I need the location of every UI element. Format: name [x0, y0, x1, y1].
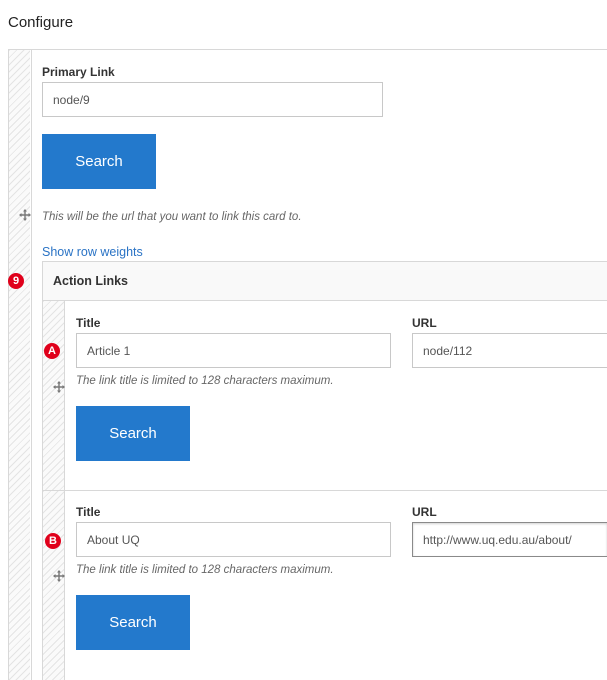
drag-handle-icon[interactable] — [53, 381, 65, 393]
top-divider — [8, 49, 607, 50]
primary-link-label: Primary Link — [42, 65, 115, 79]
marker-badge-b: B — [45, 533, 61, 549]
primary-link-help: This will be the url that you want to li… — [42, 211, 302, 223]
outer-column-border — [31, 49, 32, 680]
row-a-column-border — [64, 301, 65, 490]
row-a-drag-column — [43, 301, 64, 490]
row-a-help: The link title is limited to 128 charact… — [76, 375, 334, 387]
drag-handle-icon[interactable] — [19, 209, 31, 221]
row-b-column-border — [64, 491, 65, 680]
primary-link-search-button[interactable]: Search — [42, 134, 156, 189]
show-row-weights-link[interactable]: Show row weights — [42, 245, 143, 259]
drag-handle-icon[interactable] — [53, 570, 65, 582]
action-links-header: Action Links — [43, 262, 607, 300]
row-divider — [42, 490, 607, 491]
row-b-search-button[interactable]: Search — [76, 595, 190, 650]
row-b-url-input[interactable] — [412, 522, 607, 557]
marker-badge-a: A — [44, 343, 60, 359]
row-b-title-input[interactable] — [76, 522, 391, 557]
row-a-url-input[interactable] — [412, 333, 607, 368]
action-links-heading: Action Links — [53, 274, 129, 288]
outer-drag-column — [9, 50, 30, 680]
row-a-title-input[interactable] — [76, 333, 391, 368]
action-links-header-border — [42, 300, 607, 301]
outer-left-border — [8, 49, 9, 680]
row-b-title-label: Title — [76, 505, 101, 519]
primary-link-input[interactable] — [42, 82, 383, 117]
row-b-drag-column — [43, 491, 64, 680]
marker-badge-9: 9 — [8, 273, 24, 289]
row-a-title-label: Title — [76, 316, 101, 330]
row-b-url-label: URL — [412, 505, 437, 519]
page-title: Configure — [8, 14, 74, 31]
row-a-url-label: URL — [412, 316, 437, 330]
row-b-help: The link title is limited to 128 charact… — [76, 564, 334, 576]
row-a-search-button[interactable]: Search — [76, 406, 190, 461]
